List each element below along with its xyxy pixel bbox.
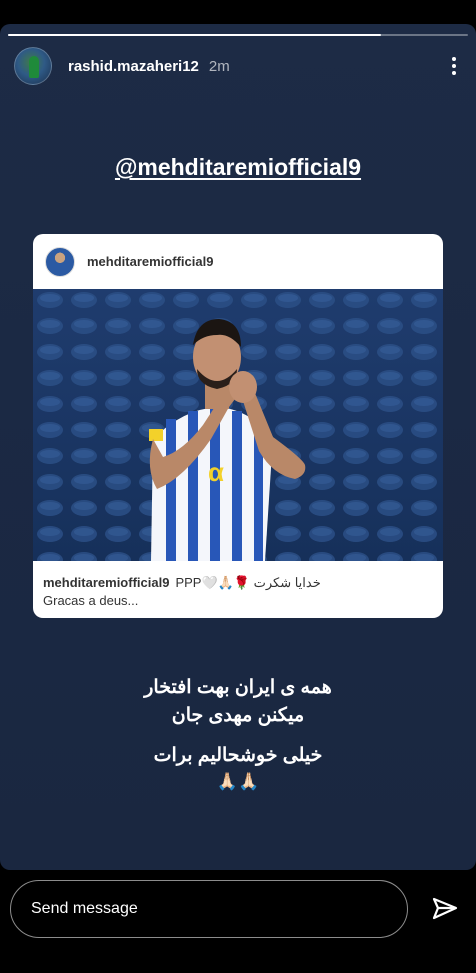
- story-text-line-2: میکنن مهدی جان: [171, 705, 305, 726]
- avatar[interactable]: [14, 47, 52, 85]
- post-caption: mehditaremiofficial9 خدایا شکرت 🌹🙏🏻🤍PPP …: [43, 574, 433, 610]
- caption-second-line: Gracas a deus...: [43, 593, 139, 608]
- story-text-line-1: همه ی ایران بهت افتخار: [144, 677, 332, 698]
- story-header: rashid.mazaheri12 2m: [14, 46, 462, 86]
- story-progress-fill: [8, 34, 381, 36]
- story-text-emoji: 🙏🏻🙏🏻: [216, 772, 260, 791]
- story-text: همه ی ایران بهت افتخار میکنن مهدی جان خی…: [0, 674, 476, 794]
- caption-username: mehditaremiofficial9: [43, 575, 170, 590]
- reply-bar: [0, 870, 476, 973]
- story-progress-bar: [8, 34, 468, 36]
- story-frame: rashid.mazaheri12 2m @mehditaremiofficia…: [0, 24, 476, 870]
- send-message-input[interactable]: [10, 880, 408, 938]
- story-timestamp: 2m: [208, 57, 230, 75]
- send-icon[interactable]: [431, 895, 459, 923]
- caption-text: خدایا شکرت 🌹🙏🏻🤍PPP: [175, 575, 321, 590]
- post-author-avatar: [45, 246, 75, 277]
- story-username[interactable]: rashid.mazaheri12: [68, 58, 199, 75]
- more-vertical-icon[interactable]: [452, 57, 456, 75]
- story-text-line-3: خیلی خوشحالیم برات: [153, 745, 323, 766]
- mention-sticker[interactable]: @mehditaremiofficial9: [0, 154, 476, 181]
- shared-post-header: mehditaremiofficial9: [33, 234, 443, 289]
- svg-text:α: α: [208, 457, 224, 487]
- post-photo: α: [33, 289, 443, 561]
- post-author-username: mehditaremiofficial9: [87, 254, 214, 269]
- shared-post-card[interactable]: mehditaremiofficial9 α mehditaremioffici…: [33, 234, 443, 618]
